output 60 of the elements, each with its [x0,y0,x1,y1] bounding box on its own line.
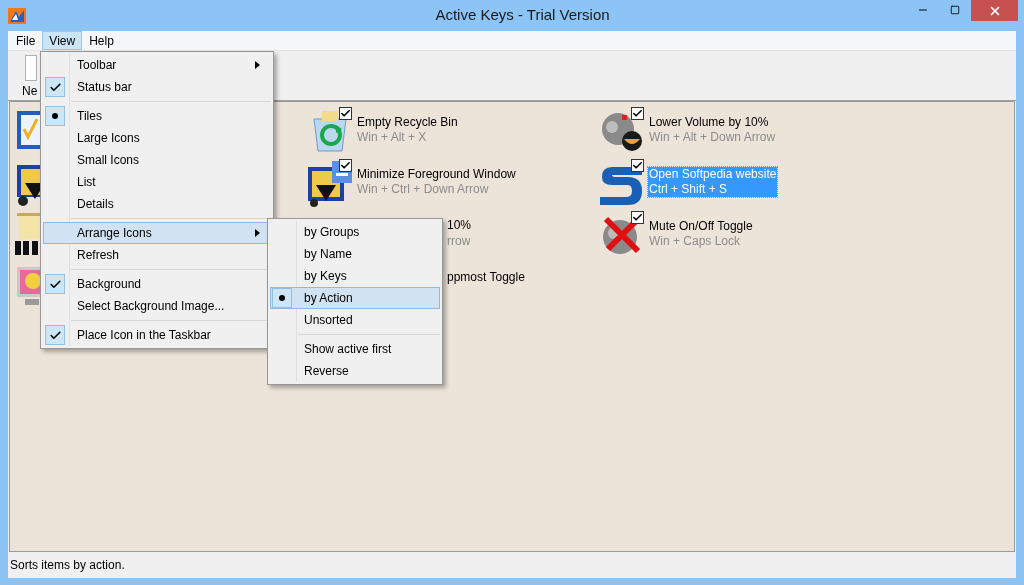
bullet-icon [52,113,58,119]
tile-shortcut: rrow [447,233,472,249]
tile-title: Empty Recycle Bin [357,115,458,130]
tile-label[interactable]: Lower Volume by 10% Win + Alt + Down Arrow [648,115,777,145]
tile-checkbox[interactable] [339,107,352,120]
menu-item[interactable]: by Name [270,243,440,265]
tile-shortcut: Ctrl + Shift + S [649,182,729,197]
tile-shortcut: Win + Ctrl + Down Arrow [357,182,490,197]
check-icon [632,108,643,119]
close-button[interactable] [971,0,1018,21]
check-icon [632,212,643,223]
menu-item[interactable]: Large Icons [43,127,271,149]
menu-item[interactable]: Status bar [43,76,271,98]
tile-shortcut: Win + Alt + X [357,130,428,145]
menu-item[interactable]: Tiles [43,105,271,127]
bullet-icon [279,295,285,301]
menu-item[interactable]: Background [43,273,271,295]
tile-shortcut: Win + Alt + Down Arrow [649,130,776,145]
menu-item[interactable]: Select Background Image... [43,295,271,317]
tile-title: Open Softpedia website [649,167,777,182]
menu-item[interactable]: by Action [270,287,440,309]
tile-title: Mute On/Off Toggle [649,219,753,234]
menu-item[interactable]: Show active first [270,338,440,360]
check-icon [340,160,351,171]
menu-item[interactable]: Refresh [43,244,271,266]
menu-bar-item[interactable]: Help [82,31,121,50]
tile-label[interactable]: Minimize Foreground Window Win + Ctrl + Down Arrow [356,167,517,197]
toolbar-button[interactable]: Ne [22,55,38,98]
tile-checkbox[interactable] [631,107,644,120]
check-icon [632,160,643,171]
submenu-arrow-icon [255,61,260,69]
tile-title: Lower Volume by 10% [649,115,770,130]
menu-item[interactable]: List [43,171,271,193]
menu-item[interactable]: Reverse [270,360,440,382]
menu-item[interactable]: Details [43,193,271,215]
menu-item[interactable]: Place Icon in the Taskbar [43,324,271,346]
menu-item[interactable]: by Keys [270,265,440,287]
menu-item[interactable]: Toolbar [43,54,271,76]
tile-title: Minimize Foreground Window [357,167,516,182]
tile-checkbox[interactable] [631,159,644,172]
status-text: Sorts items by action. [10,557,125,574]
tile-title: ppmost Toggle [447,269,526,285]
tile-checkbox[interactable] [339,159,352,172]
menu-bar-item[interactable]: File [9,31,43,50]
tile-label[interactable]: Mute On/Off Toggle Win + Caps Lock [648,219,754,249]
document-icon [25,55,37,81]
window-title: Active Keys - Trial Version [434,5,611,26]
menu-item[interactable]: by Groups [270,221,440,243]
app-logo-icon [8,7,26,24]
submenu-arrow-icon [255,229,260,237]
tile-shortcut: Win + Caps Lock [649,234,742,249]
menu-item[interactable]: Unsorted [270,309,440,331]
check-icon [340,108,351,119]
tile-title: 10% [447,217,473,233]
minimize-window-icon [306,159,354,207]
maximize-icon [949,5,960,15]
tile-label[interactable]: Empty Recycle Bin Win + Alt + X [356,115,459,145]
tile-checkbox[interactable] [631,211,644,224]
menu-item[interactable]: Small Icons [43,149,271,171]
menu-bar-item[interactable]: View [42,31,83,50]
